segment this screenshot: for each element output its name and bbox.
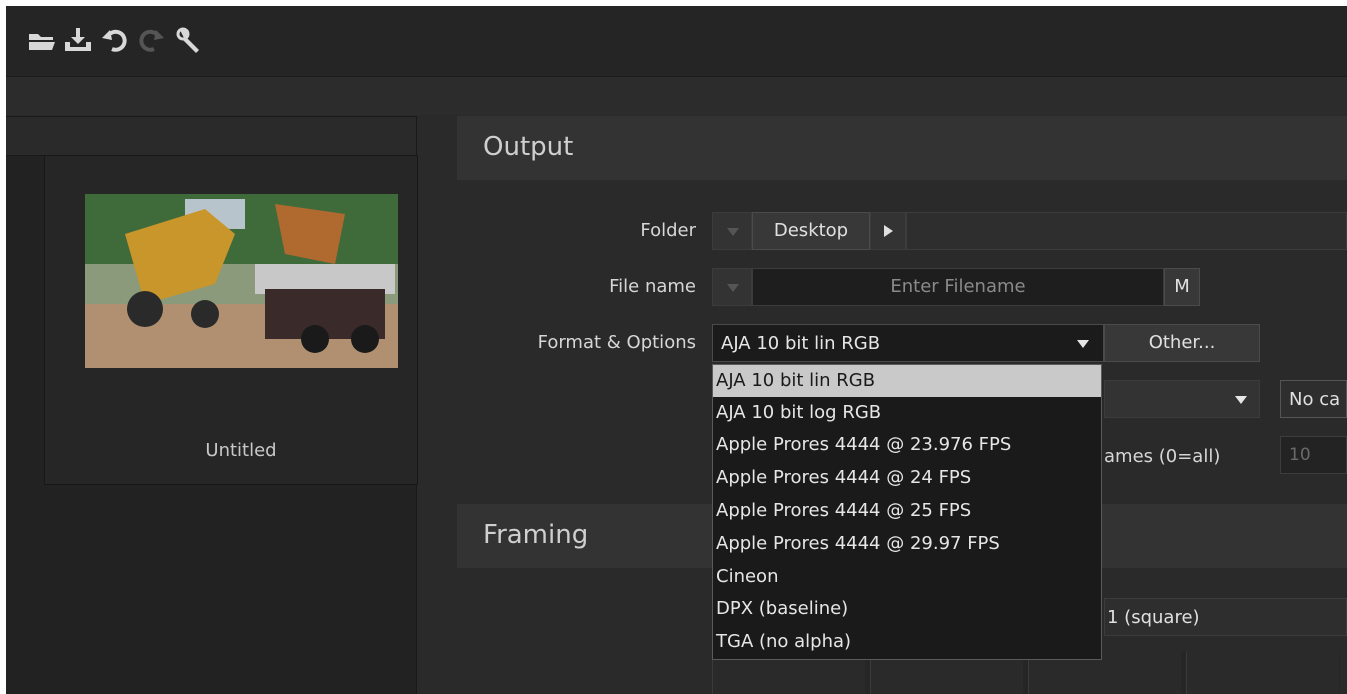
output-section-header[interactable]: Output	[457, 116, 1347, 180]
format-select-value: AJA 10 bit lin RGB	[721, 333, 881, 354]
redo-icon[interactable]	[136, 26, 168, 54]
format-option[interactable]: DPX (baseline)	[713, 593, 1101, 625]
preview-card[interactable]: Untitled	[44, 155, 418, 485]
format-label: Format & Options	[537, 332, 696, 353]
output-section-title: Output	[483, 132, 574, 162]
folder-desktop-button[interactable]: Desktop	[752, 212, 870, 250]
settings-wrench-icon[interactable]	[174, 26, 206, 54]
preview-panel: Untitled	[6, 116, 418, 694]
folder-path-field[interactable]	[906, 212, 1347, 250]
preview-caption: Untitled	[205, 440, 277, 461]
chevron-down-icon	[1077, 340, 1089, 348]
filename-macro-button[interactable]: M	[1164, 268, 1200, 306]
format-dropdown-list: AJA 10 bit lin RGB AJA 10 bit log RGB Ap…	[712, 364, 1102, 660]
format-option[interactable]: Apple Prores 4444 @ 23.976 FPS	[713, 429, 1101, 461]
undo-icon[interactable]	[100, 26, 132, 54]
format-select[interactable]: AJA 10 bit lin RGB	[712, 324, 1104, 362]
folder-browse-button[interactable]	[870, 212, 906, 250]
sub-toolbar-strip	[6, 77, 1347, 115]
format-option[interactable]: Cineon	[713, 561, 1101, 593]
format-other-button[interactable]: Other...	[1104, 324, 1260, 362]
folder-label: Folder	[640, 220, 696, 241]
framing-section-title: Framing	[483, 520, 589, 550]
chevron-down-icon	[1235, 396, 1247, 404]
format-option[interactable]: Apple Prores 4444 @ 25 FPS	[713, 495, 1101, 527]
save-icon[interactable]	[62, 26, 94, 54]
toolbar	[6, 6, 1347, 77]
filename-history-dropdown[interactable]	[712, 268, 752, 306]
format-option[interactable]: Apple Prores 4444 @ 24 FPS	[713, 462, 1101, 494]
frames-input[interactable]: 10	[1280, 436, 1347, 474]
framing-preset-tile[interactable]	[1186, 652, 1339, 694]
no-camera-select-value: No ca	[1289, 389, 1341, 410]
filename-input[interactable]: Enter Filename	[752, 268, 1164, 306]
arrow-right-icon	[884, 225, 893, 237]
pixel-aspect-select[interactable]: 1 (square)	[1104, 598, 1347, 636]
frames-label: ames (0=all)	[1104, 446, 1221, 467]
app-window: Untitled Output Folder Desktop File name…	[6, 6, 1347, 694]
frames-input-value: 10	[1289, 445, 1311, 465]
hidden-select[interactable]	[1104, 380, 1260, 418]
format-option[interactable]: AJA 10 bit log RGB	[713, 397, 1101, 429]
preview-panel-header	[6, 117, 416, 156]
folder-history-dropdown[interactable]	[712, 212, 752, 250]
open-folder-icon[interactable]	[26, 26, 58, 54]
format-option[interactable]: Apple Prores 4444 @ 29.97 FPS	[713, 528, 1101, 560]
pixel-aspect-value: 1 (square)	[1107, 607, 1200, 628]
chevron-down-icon	[727, 228, 739, 236]
preview-thumbnail	[85, 194, 398, 368]
format-option[interactable]: AJA 10 bit lin RGB	[713, 365, 1101, 397]
filename-label: File name	[609, 276, 696, 297]
format-option[interactable]: TGA (no alpha)	[713, 626, 1101, 658]
no-camera-select[interactable]: No ca	[1280, 380, 1347, 418]
chevron-down-icon	[727, 284, 739, 292]
